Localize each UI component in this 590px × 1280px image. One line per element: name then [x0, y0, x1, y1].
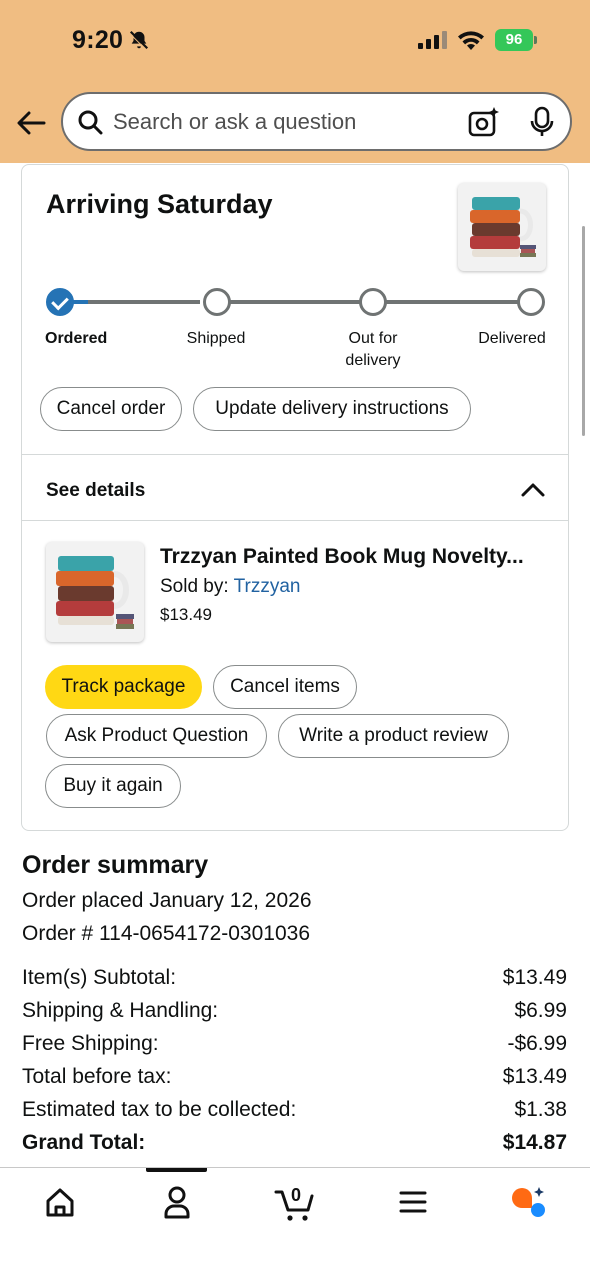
- item-title[interactable]: Trzzyan Painted Book Mug Novelty...: [160, 545, 555, 569]
- search-icon: [78, 110, 103, 135]
- estimated-tax-label: Estimated tax to be collected:: [22, 1098, 297, 1121]
- progress-segment: [386, 300, 518, 304]
- status-time: 9:20: [72, 26, 124, 54]
- search-input[interactable]: [113, 104, 453, 140]
- subtotal-value: $13.49: [502, 966, 567, 989]
- total-before-tax-label: Total before tax:: [22, 1065, 172, 1088]
- book-mug-image: [56, 556, 134, 629]
- app-header: 9:20 96: [0, 0, 590, 163]
- rufus-ai-icon[interactable]: [508, 1184, 548, 1220]
- free-shipping-value: -$6.99: [507, 1032, 567, 1055]
- scrollbar[interactable]: [582, 226, 585, 436]
- order-number: Order # 114-0654172-0301036: [22, 922, 311, 945]
- cellular-signal-icon: [418, 31, 447, 49]
- home-icon[interactable]: [40, 1184, 80, 1220]
- order-card: Arriving Saturday Ordered Shipped Out fo…: [21, 164, 569, 831]
- bottom-navigation: 0: [0, 1167, 590, 1280]
- see-details-toggle[interactable]: See details: [46, 480, 145, 502]
- sold-by: Sold by: Trzzyan: [160, 576, 300, 598]
- order-summary-title: Order summary: [22, 851, 209, 879]
- step-out-for-delivery-node: [359, 288, 387, 316]
- track-package-button[interactable]: Track package: [45, 665, 202, 709]
- update-delivery-instructions-button[interactable]: Update delivery instructions: [193, 387, 471, 431]
- step-delivered-node: [517, 288, 545, 316]
- step-label-shipped: Shipped: [186, 330, 246, 347]
- wifi-icon: [458, 31, 484, 50]
- item-thumbnail[interactable]: [46, 542, 144, 642]
- write-product-review-button[interactable]: Write a product review: [278, 714, 509, 758]
- subtotal-label: Item(s) Subtotal:: [22, 966, 177, 989]
- microphone-icon[interactable]: [529, 106, 555, 138]
- back-arrow-icon[interactable]: [14, 106, 48, 140]
- step-label-delivered: Delivered: [478, 330, 546, 347]
- bell-muted-icon: [129, 30, 149, 50]
- step-label-out-for-delivery: Out for delivery: [345, 330, 401, 369]
- shipping-label: Shipping & Handling:: [22, 999, 219, 1022]
- chevron-up-icon[interactable]: [520, 480, 546, 498]
- free-shipping-label: Free Shipping:: [22, 1032, 159, 1055]
- step-label-ordered: Ordered: [45, 330, 108, 347]
- book-mug-image: [470, 197, 536, 257]
- item-price: $13.49: [160, 605, 212, 624]
- grand-total-value: $14.87: [502, 1131, 567, 1154]
- checkmark-icon: [51, 292, 69, 311]
- estimated-tax-value: $1.38: [514, 1098, 567, 1121]
- active-tab-indicator: [146, 1168, 207, 1172]
- seller-link[interactable]: Trzzyan: [234, 576, 301, 597]
- battery-cap: [534, 36, 537, 44]
- account-icon[interactable]: [157, 1184, 197, 1220]
- battery-level: 96: [495, 29, 533, 51]
- step-shipped-node: [203, 288, 231, 316]
- progress-segment: [88, 300, 200, 304]
- product-thumbnail[interactable]: [458, 183, 546, 271]
- buy-it-again-button[interactable]: Buy it again: [45, 764, 181, 808]
- sold-by-label: Sold by:: [160, 576, 234, 597]
- search-bar[interactable]: [61, 92, 572, 151]
- grand-total-label: Grand Total:: [22, 1131, 146, 1154]
- ask-product-question-button[interactable]: Ask Product Question: [46, 714, 267, 758]
- step-ordered-node: [46, 288, 74, 316]
- shipping-value: $6.99: [514, 999, 567, 1022]
- cancel-items-button[interactable]: Cancel items: [213, 665, 357, 709]
- cart-count-badge: 0: [291, 1185, 302, 1205]
- cart-button[interactable]: 0: [274, 1184, 318, 1224]
- battery-indicator: 96: [495, 29, 537, 51]
- order-placed-date: Order placed January 12, 2026: [22, 889, 312, 912]
- menu-icon[interactable]: [393, 1184, 433, 1220]
- cancel-order-button[interactable]: Cancel order: [40, 387, 182, 431]
- divider: [22, 520, 568, 521]
- progress-segment: [230, 300, 360, 304]
- arrival-status-title: Arriving Saturday: [46, 189, 273, 219]
- divider: [22, 454, 568, 455]
- total-before-tax-value: $13.49: [502, 1065, 567, 1088]
- camera-lens-icon[interactable]: [468, 107, 500, 137]
